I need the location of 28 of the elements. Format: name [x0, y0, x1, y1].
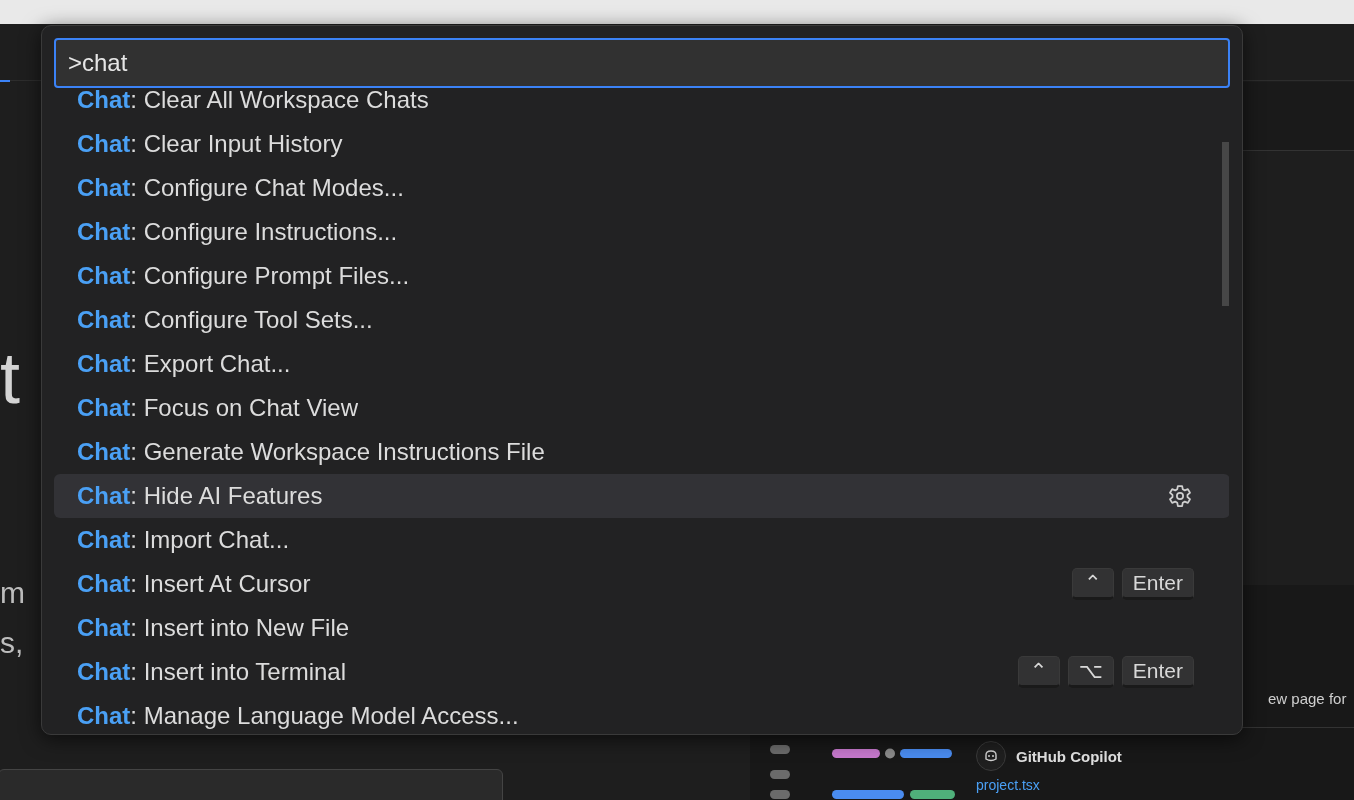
active-tab-indicator [0, 80, 10, 82]
command-item[interactable]: Chat: Clear Input History [54, 122, 1229, 166]
command-item[interactable]: Chat: Configure Tool Sets... [54, 298, 1229, 342]
command-item[interactable]: Chat: Insert into Terminal ⌃ ⌥ Enter [54, 650, 1229, 694]
command-item[interactable]: Chat: Focus on Chat View [54, 386, 1229, 430]
command-item[interactable]: Chat: Configure Chat Modes... [54, 166, 1229, 210]
command-item[interactable]: Chat: Insert At Cursor ⌃ Enter [54, 562, 1229, 606]
command-item[interactable]: Chat: Manage Language Model Access... [54, 694, 1229, 734]
command-item[interactable]: Chat: Hide AI Features [54, 474, 1229, 518]
command-item[interactable]: Chat: Configure Prompt Files... [54, 254, 1229, 298]
keycap: ⌃ [1017, 656, 1060, 688]
chat-author-name: GitHub Copilot [1016, 747, 1122, 765]
command-input[interactable]: >chat [54, 38, 1230, 88]
keycap: ⌃ [1071, 568, 1114, 600]
heading-fragment: t [0, 342, 20, 414]
keycap: Enter [1121, 568, 1194, 600]
command-item[interactable]: Chat: Generate Workspace Instructions File [54, 430, 1229, 474]
heading-fragment: s, [0, 628, 24, 658]
command-item[interactable]: Chat: Clear All Workspace Chats [54, 90, 1229, 122]
preview-text: ew page for [1268, 690, 1347, 707]
file-link[interactable]: project.tsx [976, 777, 1040, 793]
command-item[interactable]: Chat: Configure Instructions... [54, 210, 1229, 254]
heading-fragment: m [0, 578, 25, 608]
command-item[interactable]: Chat: Export Chat... [54, 342, 1229, 386]
command-item[interactable]: Chat: Import Chat... [54, 518, 1229, 562]
keycap: ⌥ [1067, 656, 1114, 688]
command-item[interactable]: Chat: Insert into New File [54, 606, 1229, 650]
keycap: Enter [1121, 656, 1194, 688]
